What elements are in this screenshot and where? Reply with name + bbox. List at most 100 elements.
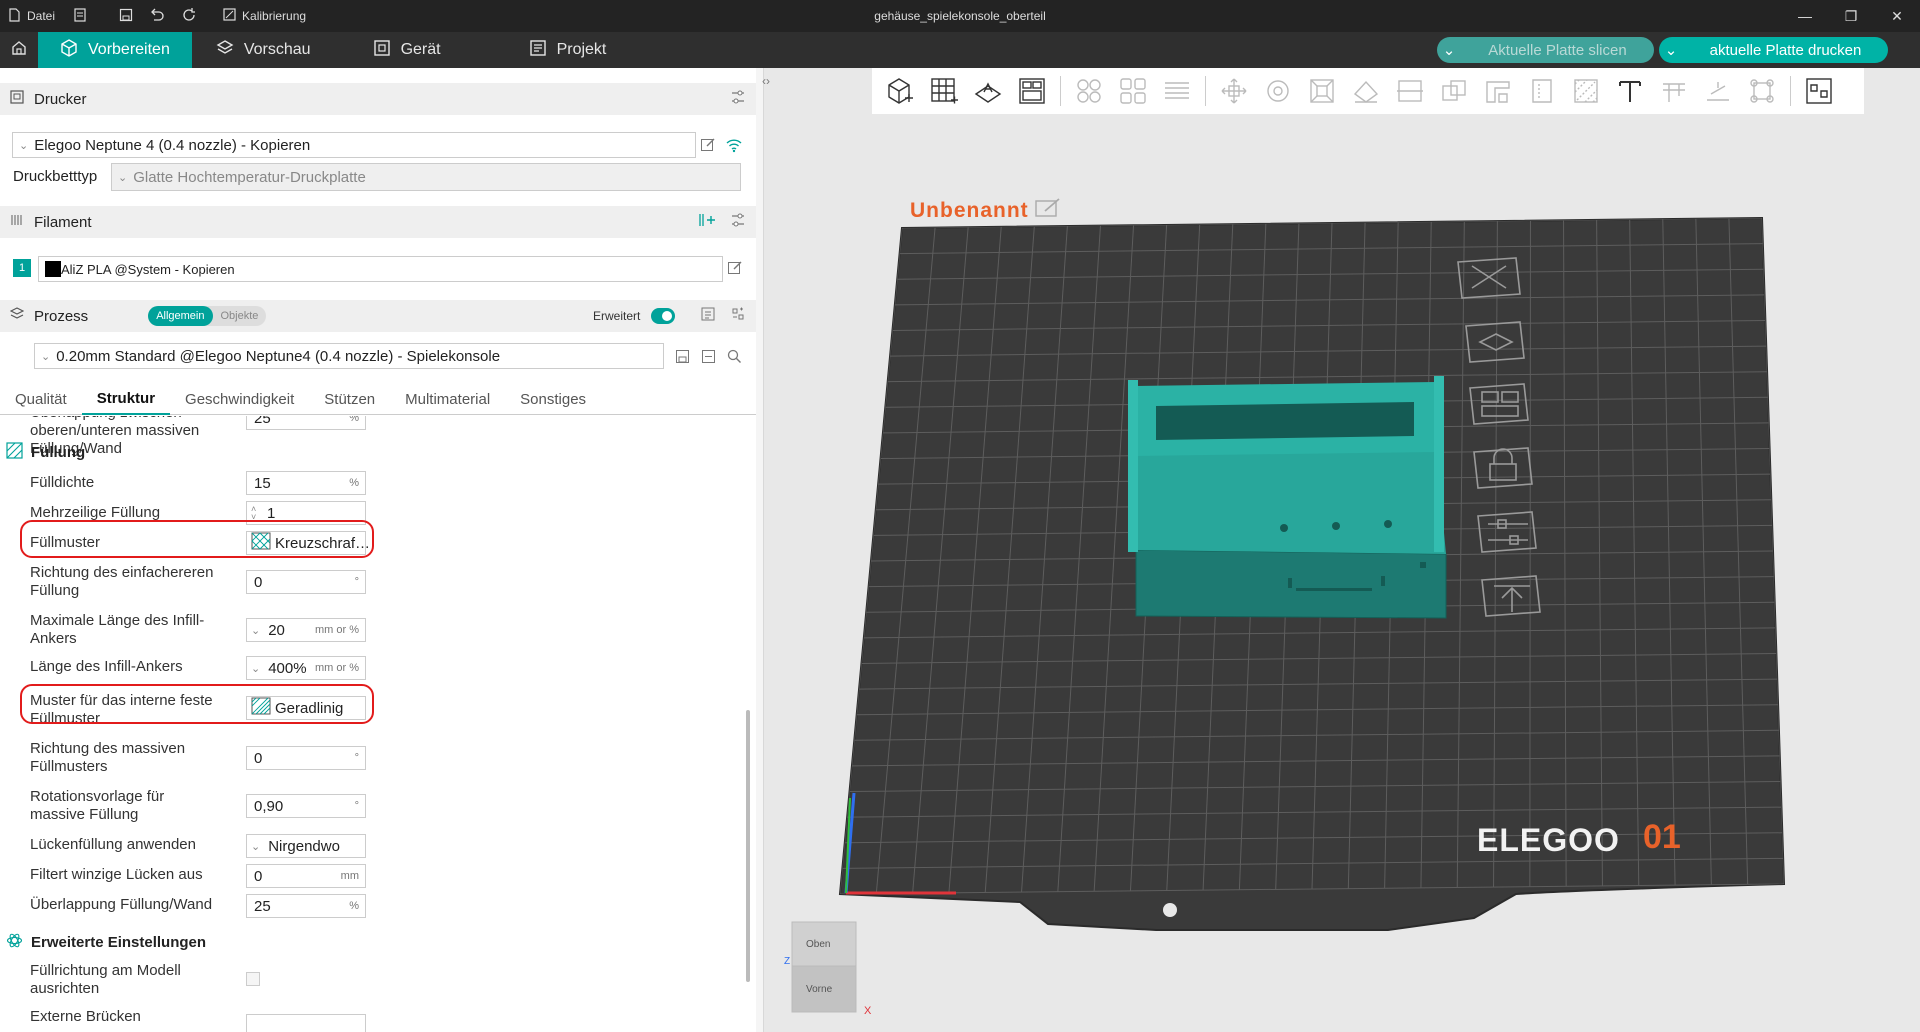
- sparse-infill-direction-input[interactable]: 0 °: [246, 570, 366, 594]
- max-anchor-length-input[interactable]: ⌄ 20 mm or %: [246, 618, 366, 642]
- save-profile-icon[interactable]: [671, 345, 693, 367]
- arrange-layout-icon[interactable]: [1469, 383, 1529, 425]
- support-painting-icon[interactable]: [1476, 68, 1520, 114]
- rotate-icon[interactable]: [1256, 68, 1300, 114]
- advanced-toggle[interactable]: [651, 308, 675, 324]
- slice-plate-button[interactable]: ⌄ Aktuelle Platte slicen: [1437, 37, 1654, 63]
- filament-color-swatch[interactable]: [45, 261, 61, 277]
- save-button[interactable]: [111, 0, 141, 32]
- chevron-down-icon[interactable]: ⌄: [1437, 37, 1461, 63]
- subtab-multimaterial[interactable]: Multimaterial: [390, 383, 505, 415]
- move-to-top-icon[interactable]: [1481, 575, 1541, 617]
- filament-section-header[interactable]: Filament: [0, 206, 756, 238]
- redo-button[interactable]: [173, 0, 205, 32]
- lay-on-face-icon[interactable]: [1344, 68, 1388, 114]
- fuzzy-skin-icon[interactable]: [1564, 68, 1608, 114]
- chevron-down-icon[interactable]: ⌄: [1659, 37, 1683, 63]
- view-cube-top-label[interactable]: Oben: [806, 939, 830, 950]
- printer-select[interactable]: ⌄ Elegoo Neptune 4 (0.4 nozzle) - Kopier…: [12, 132, 696, 158]
- chevron-down-icon[interactable]: ⌄: [251, 840, 260, 853]
- variable-layer-height-icon[interactable]: [1797, 68, 1841, 114]
- print-plate-button[interactable]: ⌄ aktuelle Platte drucken: [1659, 37, 1888, 63]
- home-button[interactable]: [0, 32, 38, 68]
- plate-settings-icon[interactable]: [1477, 511, 1537, 553]
- model-object[interactable]: [1128, 376, 1447, 619]
- settings-scrollbar[interactable]: [746, 710, 750, 982]
- infill-wall-overlap-input[interactable]: 25 %: [246, 894, 366, 918]
- edit-plate-name-icon[interactable]: [1034, 198, 1061, 224]
- 3d-viewport[interactable]: Unbenannt 01 ELEGOO Oben Vorne Z X: [756, 68, 1920, 1032]
- chevron-down-icon[interactable]: ⌄: [251, 662, 260, 675]
- assembly-icon[interactable]: [1696, 68, 1740, 114]
- filament-settings-icon[interactable]: [730, 212, 746, 232]
- move-icon[interactable]: [1212, 68, 1256, 114]
- infill-density-input[interactable]: 15 %: [246, 471, 366, 495]
- cut-icon[interactable]: [1388, 68, 1432, 114]
- align-infill-checkbox[interactable]: [246, 972, 260, 986]
- subtab-other[interactable]: Sonstiges: [505, 383, 601, 415]
- scale-icon[interactable]: [1300, 68, 1344, 114]
- filter-small-gaps-input[interactable]: 0 mm: [246, 864, 366, 888]
- arrange-icon[interactable]: [1010, 68, 1054, 114]
- brim-ears-icon[interactable]: [1740, 68, 1784, 114]
- filament-select[interactable]: AliZ PLA @System - Kopieren: [38, 256, 723, 282]
- plate-title[interactable]: Unbenannt: [910, 198, 1061, 224]
- panel-divider[interactable]: ‹›: [756, 68, 770, 1032]
- measure-icon[interactable]: [1652, 68, 1696, 114]
- external-bridges-input[interactable]: [246, 1014, 366, 1032]
- collapse-sidebar-icon[interactable]: ‹›: [762, 74, 770, 88]
- tab-device[interactable]: Gerät: [351, 32, 463, 68]
- printer-section-header[interactable]: Drucker: [0, 83, 756, 115]
- auto-orient-icon[interactable]: [966, 68, 1010, 114]
- subtab-speed[interactable]: Geschwindigkeit: [170, 383, 309, 415]
- add-filament-icon[interactable]: [698, 212, 716, 232]
- compare-icon[interactable]: [700, 306, 716, 326]
- file-menu[interactable]: Datei: [0, 0, 63, 32]
- auto-arrange-icon[interactable]: [1465, 321, 1525, 363]
- process-settings-icon[interactable]: [730, 306, 746, 326]
- boolean-icon[interactable]: [1432, 68, 1476, 114]
- process-mode-switch[interactable]: Allgemein Objekte: [148, 306, 267, 326]
- tab-prepare[interactable]: Vorbereiten: [38, 32, 192, 68]
- subtab-support[interactable]: Stützen: [309, 383, 390, 415]
- add-plate-icon[interactable]: [922, 68, 966, 114]
- stepper-arrows-icon[interactable]: ˄ ˅: [251, 505, 263, 522]
- delete-plate-icon[interactable]: [1457, 257, 1521, 299]
- layers-editing-icon[interactable]: [1155, 68, 1199, 114]
- maximize-icon[interactable]: ❐: [1828, 0, 1874, 32]
- wifi-icon[interactable]: [723, 134, 745, 156]
- process-profile-select[interactable]: ⌄ 0.20mm Standard @Elegoo Neptune4 (0.4 …: [34, 343, 664, 369]
- split-objects-icon[interactable]: [1067, 68, 1111, 114]
- close-icon[interactable]: ✕: [1874, 0, 1920, 32]
- minimize-icon[interactable]: —: [1782, 0, 1828, 32]
- split-parts-icon[interactable]: [1111, 68, 1155, 114]
- text-icon[interactable]: [1608, 68, 1652, 114]
- collapse-icon[interactable]: [697, 345, 719, 367]
- mode-objects[interactable]: Objekte: [213, 306, 267, 326]
- view-cube[interactable]: [791, 921, 857, 1013]
- setting-input[interactable]: 25 %: [246, 416, 366, 430]
- search-icon[interactable]: [723, 345, 745, 367]
- notes-button[interactable]: [63, 0, 97, 32]
- seam-painting-icon[interactable]: [1520, 68, 1564, 114]
- bed-type-select[interactable]: ⌄ Glatte Hochtemperatur-Druckplatte: [111, 163, 741, 191]
- process-section-header[interactable]: Prozess Allgemein Objekte Erweitert: [0, 300, 756, 332]
- edit-printer-icon[interactable]: [697, 134, 719, 156]
- mode-general[interactable]: Allgemein: [148, 306, 213, 326]
- tab-project[interactable]: Projekt: [507, 32, 629, 68]
- subtab-quality[interactable]: Qualität: [0, 383, 82, 415]
- solid-infill-rotation-input[interactable]: 0,90 °: [246, 794, 366, 818]
- tab-preview[interactable]: Vorschau: [194, 32, 333, 68]
- edit-filament-icon[interactable]: [724, 257, 746, 279]
- subtab-structure[interactable]: Struktur: [81, 383, 171, 415]
- anchor-length-input[interactable]: ⌄ 400% mm or %: [246, 656, 366, 680]
- chevron-down-icon[interactable]: ⌄: [251, 624, 260, 637]
- solid-infill-direction-input[interactable]: 0 °: [246, 746, 366, 770]
- gap-fill-select[interactable]: ⌄ Nirgendwo: [246, 834, 366, 858]
- view-cube-front-label[interactable]: Vorne: [806, 984, 832, 995]
- calibration-menu[interactable]: Kalibrierung: [215, 0, 314, 32]
- lock-plate-icon[interactable]: [1473, 447, 1533, 489]
- printer-settings-icon[interactable]: [730, 89, 746, 109]
- add-model-icon[interactable]: [878, 68, 922, 114]
- undo-button[interactable]: [141, 0, 173, 32]
